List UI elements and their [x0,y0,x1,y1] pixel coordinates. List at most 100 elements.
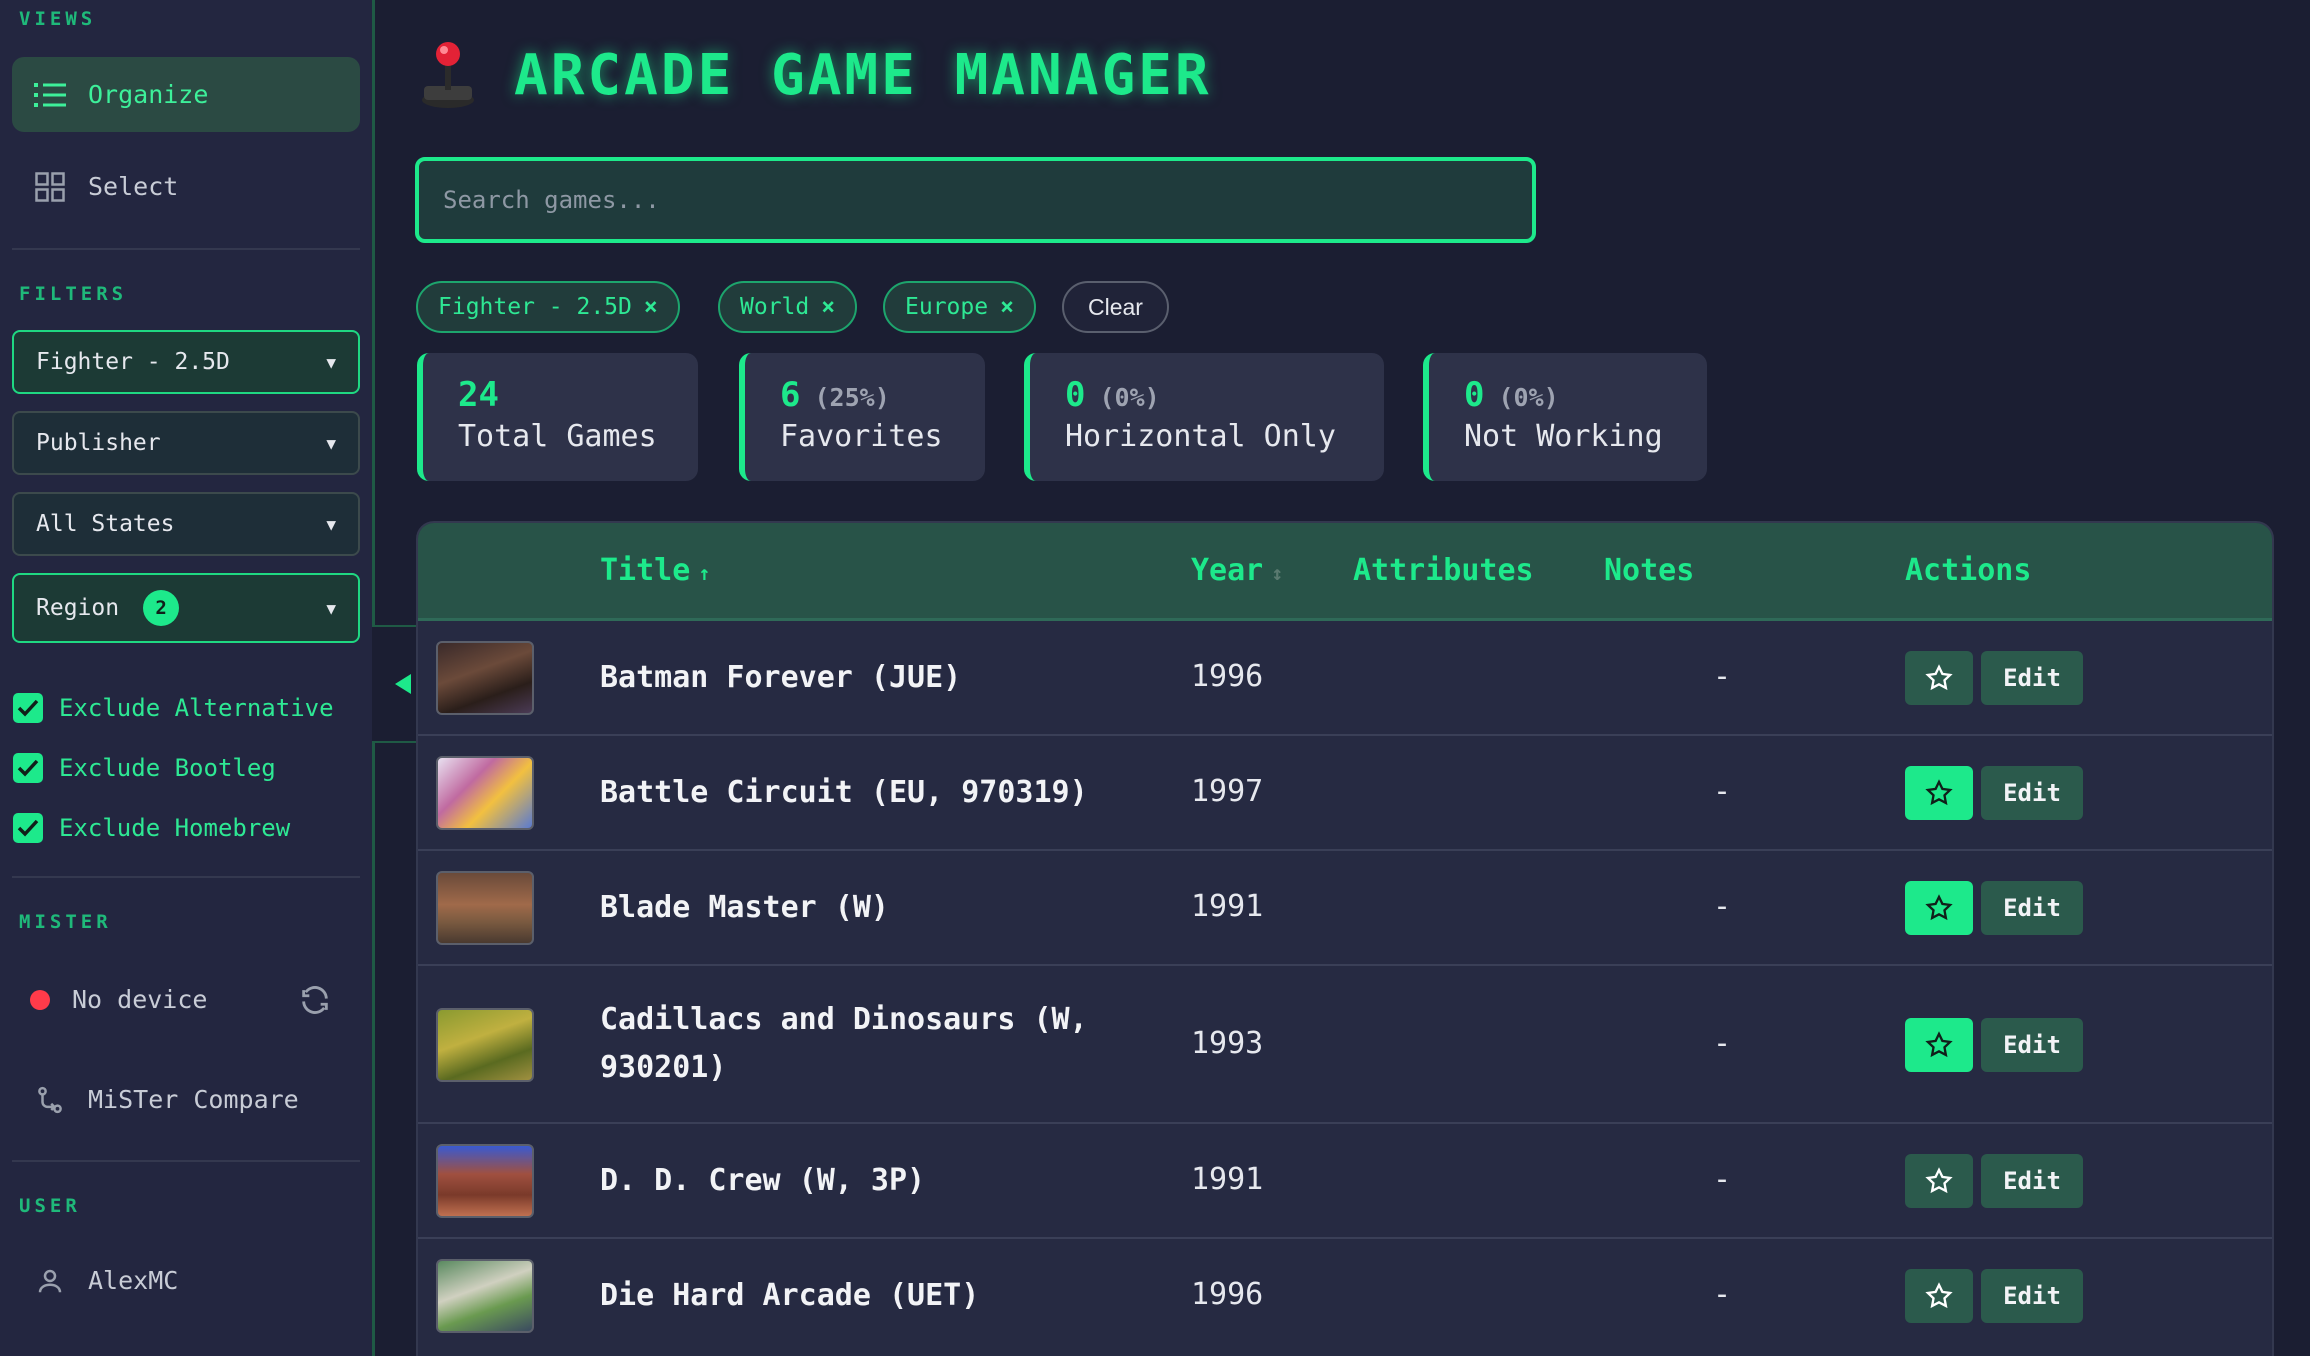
clear-filters-button[interactable]: Clear [1062,281,1169,333]
stat-percent: (25%) [814,383,890,412]
filters-section-title: FILTERS [19,283,128,305]
star-icon [1925,1031,1953,1058]
game-thumbnail [436,871,534,945]
chip-label: World [740,294,810,320]
favorite-button[interactable] [1905,881,1973,935]
exclude-bootleg-checkbox[interactable]: Exclude Bootleg [13,753,276,783]
user-profile-link[interactable]: AlexMC [12,1243,360,1318]
stat-value: 0 [1065,375,1086,415]
chip-label: Fighter - 2.5D [438,294,632,320]
table-row: Blade Master (W) 1991 - Edit [418,851,2272,966]
favorite-button[interactable] [1905,651,1973,705]
mister-compare-link[interactable]: MiSTer Compare [12,1062,360,1137]
game-year: 1997 [1191,774,1264,809]
grid-icon [34,171,66,203]
region-filter-select[interactable]: Region 2 ▼ [12,573,360,643]
sidebar-item-label: Organize [88,80,209,109]
stat-value: 24 [458,375,499,415]
favorite-button[interactable] [1905,1154,1973,1208]
joystick-icon [420,40,476,110]
game-title: Cadillacs and Dinosaurs (W, 930201) [600,1002,1088,1085]
favorite-button[interactable] [1905,766,1973,820]
game-notes: - [1713,889,1732,924]
mister-section-title: MISTER [19,911,112,933]
edit-button[interactable]: Edit [1981,1018,2083,1072]
sort-icon: ↕ [1271,561,1284,585]
favorite-button[interactable] [1905,1018,1973,1072]
sort-asc-icon: ↑ [698,561,711,585]
column-header-notes: Notes [1604,553,1695,588]
favorite-button[interactable] [1905,1269,1973,1323]
edit-button[interactable]: Edit [1981,1269,2083,1323]
checkbox-label: Exclude Alternative [59,694,334,722]
column-header-title[interactable]: Title ↑ [600,553,710,588]
filter-chip-world[interactable]: World × [718,281,858,333]
edit-button[interactable]: Edit [1981,1154,2083,1208]
stat-not-working: 0 (0%) Not Working [1423,353,1707,481]
chevron-left-icon [395,674,411,694]
column-header-year[interactable]: Year ↕ [1191,553,1283,588]
stat-value: 0 [1464,375,1485,415]
filter-chip-europe[interactable]: Europe × [883,281,1036,333]
exclude-homebrew-checkbox[interactable]: Exclude Homebrew [13,813,290,843]
game-notes: - [1713,659,1732,694]
checkmark-icon [13,813,43,843]
device-status-label: No device [72,985,208,1014]
edit-button[interactable]: Edit [1981,766,2083,820]
caret-down-icon: ▼ [326,352,336,372]
user-icon [34,1265,66,1297]
stat-label: Favorites [780,419,943,454]
region-count-badge: 2 [143,590,180,626]
stat-label: Total Games [458,419,657,454]
table-row: Cadillacs and Dinosaurs (W, 930201) 1993… [418,966,2272,1124]
exclude-alternative-checkbox[interactable]: Exclude Alternative [13,693,334,723]
star-icon [1925,779,1953,806]
list-icon [34,79,66,111]
username-label: AlexMC [88,1266,179,1295]
game-notes: - [1713,774,1732,809]
sidebar-item-organize[interactable]: Organize [12,57,360,132]
table-row: Batman Forever (JUE) 1996 - Edit [418,621,2272,736]
page-title: ARCADE GAME MANAGER [514,42,1212,108]
game-title: Battle Circuit (EU, 970319) [600,775,1088,810]
sidebar-item-select[interactable]: Select [12,149,360,224]
publisher-filter-select[interactable]: Publisher ▼ [12,411,360,475]
refresh-icon[interactable] [298,983,332,1021]
game-year: 1996 [1191,659,1264,694]
column-header-attributes: Attributes [1353,553,1534,588]
filter-chip-genre[interactable]: Fighter - 2.5D × [416,281,680,333]
edit-button[interactable]: Edit [1981,881,2083,935]
column-label: Year [1191,553,1264,588]
game-thumbnail [436,1259,534,1333]
game-notes: - [1713,1277,1732,1312]
region-filter-value: Region [36,595,120,621]
publisher-filter-value: Publisher [36,430,161,456]
close-icon[interactable]: × [1000,294,1014,320]
caret-down-icon: ▼ [326,598,336,618]
stat-percent: (0%) [1498,383,1559,412]
device-status: No device [30,985,207,1014]
column-header-actions: Actions [1905,553,2032,588]
close-icon[interactable]: × [821,294,835,320]
game-notes: - [1713,1162,1732,1197]
search-input[interactable] [415,157,1536,243]
stat-value: 6 [780,375,801,415]
status-dot [30,989,50,1010]
game-title: D. D. Crew (W, 3P) [600,1163,926,1198]
state-filter-select[interactable]: All States ▼ [12,492,360,556]
star-icon [1925,664,1953,691]
game-thumbnail [436,1144,534,1218]
views-section-title: VIEWS [19,8,97,30]
game-title: Blade Master (W) [600,890,889,925]
game-title: Batman Forever (JUE) [600,660,962,695]
compare-icon [34,1084,66,1116]
stat-total-games: 24 Total Games [417,353,698,481]
caret-down-icon: ▼ [326,433,336,453]
stat-percent: (0%) [1099,383,1160,412]
star-icon [1925,1282,1953,1309]
game-year: 1991 [1191,1162,1264,1197]
close-icon[interactable]: × [644,294,658,320]
table-header: Title ↑ Year ↕ Attributes Notes Actions [418,523,2272,621]
edit-button[interactable]: Edit [1981,651,2083,705]
genre-filter-select[interactable]: Fighter - 2.5D ▼ [12,330,360,394]
